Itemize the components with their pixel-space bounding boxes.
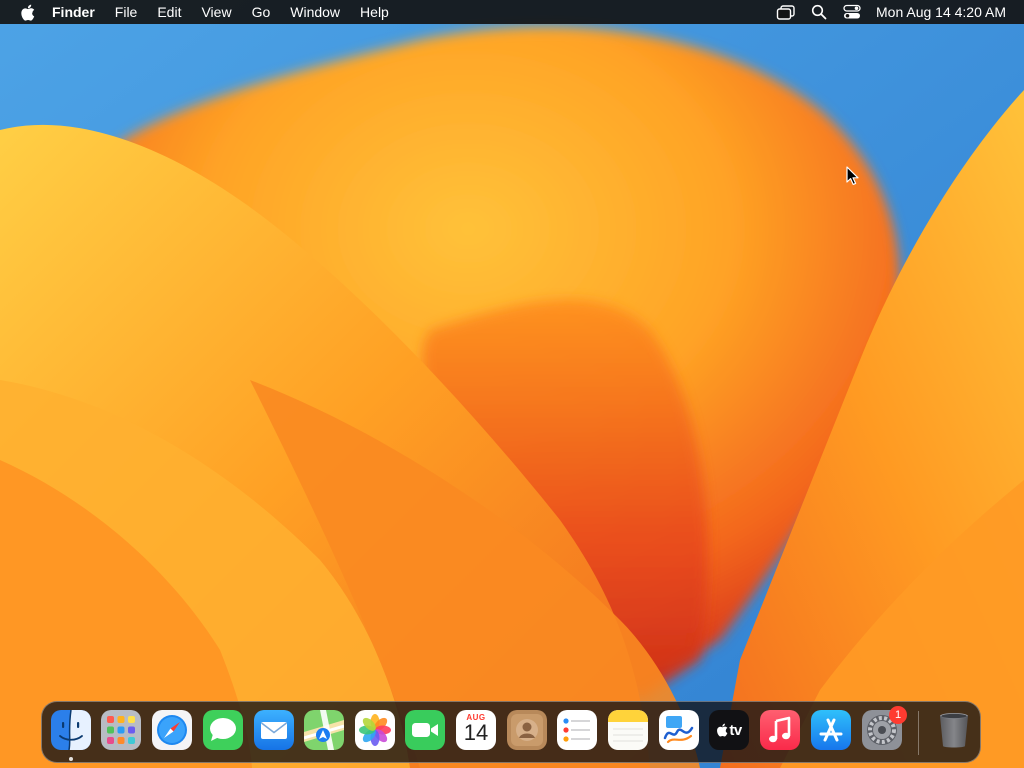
menu-bar-clock[interactable]: Mon Aug 14 4:20 AM	[876, 4, 1006, 20]
menu-bar: Finder File Edit View Go Window Help Mon…	[0, 0, 1024, 24]
menu-go[interactable]: Go	[242, 0, 281, 24]
dock-photos-icon[interactable]	[355, 710, 395, 750]
menu-help[interactable]: Help	[350, 0, 399, 24]
menu-app-finder[interactable]: Finder	[52, 0, 105, 24]
apple-tv-label: tv	[729, 721, 742, 739]
dock-reminders-icon[interactable]	[557, 710, 597, 750]
system-settings-badge: 1	[889, 706, 907, 724]
dock-calendar-icon[interactable]: AUG 14	[456, 710, 496, 750]
menu-view[interactable]: View	[191, 0, 241, 24]
dock: AUG 14 tv 1	[41, 701, 981, 763]
dock-notes-icon[interactable]	[608, 710, 648, 750]
apple-logo-icon[interactable]	[19, 3, 35, 21]
screen-mirroring-icon[interactable]	[775, 2, 797, 22]
dock-trash-icon[interactable]	[934, 710, 974, 750]
dock-facetime-icon[interactable]	[405, 710, 445, 750]
menu-window[interactable]: Window	[280, 0, 350, 24]
dock-freeform-icon[interactable]	[659, 710, 699, 750]
dock-messages-icon[interactable]	[203, 710, 243, 750]
dock-safari-icon[interactable]	[152, 710, 192, 750]
calendar-day-label: 14	[463, 720, 489, 745]
dock-contacts-icon[interactable]	[507, 710, 547, 750]
dock-mail-icon[interactable]	[254, 710, 294, 750]
dock-separator	[918, 711, 919, 755]
dock-maps-icon[interactable]	[304, 710, 344, 750]
dock-music-icon[interactable]	[760, 710, 800, 750]
dock-app-store-icon[interactable]	[811, 710, 851, 750]
dock-apple-tv-icon[interactable]: tv	[709, 710, 749, 750]
menu-file[interactable]: File	[105, 0, 148, 24]
wallpaper	[0, 0, 1024, 768]
mouse-cursor-icon	[846, 166, 859, 185]
menu-bar-left: Finder File Edit View Go Window Help	[0, 0, 399, 24]
dock-finder-icon[interactable]	[51, 710, 91, 750]
spotlight-search-icon[interactable]	[808, 2, 830, 22]
menu-bar-right: Mon Aug 14 4:20 AM	[764, 0, 1024, 24]
menu-edit[interactable]: Edit	[147, 0, 191, 24]
desktop[interactable]: Finder File Edit View Go Window Help Mon…	[0, 0, 1024, 768]
dock-launchpad-icon[interactable]	[101, 710, 141, 750]
control-center-icon[interactable]	[841, 2, 863, 22]
finder-running-indicator	[69, 757, 73, 761]
